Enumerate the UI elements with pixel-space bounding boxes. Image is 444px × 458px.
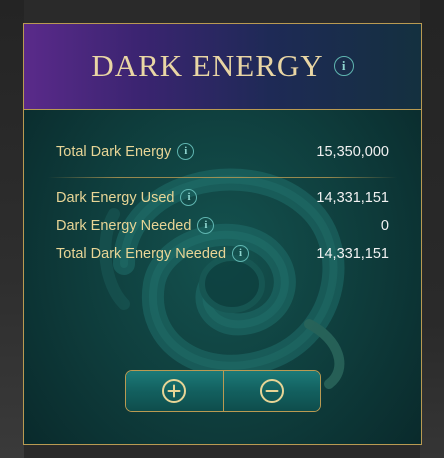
stat-row-total-dark-energy-needed: Total Dark Energy Needed i 14,331,151 bbox=[56, 245, 389, 262]
info-icon[interactable]: i bbox=[180, 189, 198, 206]
stat-row-dark-energy-used: Dark Energy Used i 14,331,151 bbox=[56, 189, 389, 206]
background-right bbox=[420, 0, 444, 458]
info-icon[interactable]: i bbox=[177, 143, 195, 160]
stat-label: Total Dark Energy bbox=[56, 143, 172, 160]
plus-circle-icon bbox=[162, 379, 187, 403]
panel-header: DARK ENERGY i bbox=[24, 24, 421, 110]
minus-circle-icon bbox=[259, 379, 284, 403]
info-icon[interactable]: i bbox=[232, 245, 250, 262]
energy-controls bbox=[125, 370, 321, 412]
stat-value: 0 bbox=[380, 217, 389, 234]
decrease-button[interactable] bbox=[222, 371, 320, 411]
increase-button[interactable] bbox=[126, 371, 223, 411]
swirl-decoration bbox=[99, 168, 345, 389]
divider bbox=[48, 177, 397, 178]
background-left bbox=[0, 0, 24, 458]
stat-label: Dark Energy Used bbox=[56, 189, 175, 206]
stat-row-dark-energy-needed: Dark Energy Needed i 0 bbox=[56, 217, 389, 234]
info-icon[interactable]: i bbox=[197, 217, 215, 234]
stat-row-total-dark-energy: Total Dark Energy i 15,350,000 bbox=[56, 143, 389, 160]
stat-value: 14,331,151 bbox=[316, 245, 389, 262]
stat-value: 14,331,151 bbox=[316, 189, 389, 206]
dark-energy-panel: DARK ENERGY i Total Dark Energy i 15,350… bbox=[23, 23, 422, 445]
panel-title: DARK ENERGY bbox=[91, 48, 324, 83]
stat-value: 15,350,000 bbox=[316, 143, 389, 160]
stat-label: Dark Energy Needed bbox=[56, 217, 192, 234]
stat-label: Total Dark Energy Needed bbox=[56, 245, 227, 262]
title-info-icon[interactable]: i bbox=[333, 55, 354, 76]
